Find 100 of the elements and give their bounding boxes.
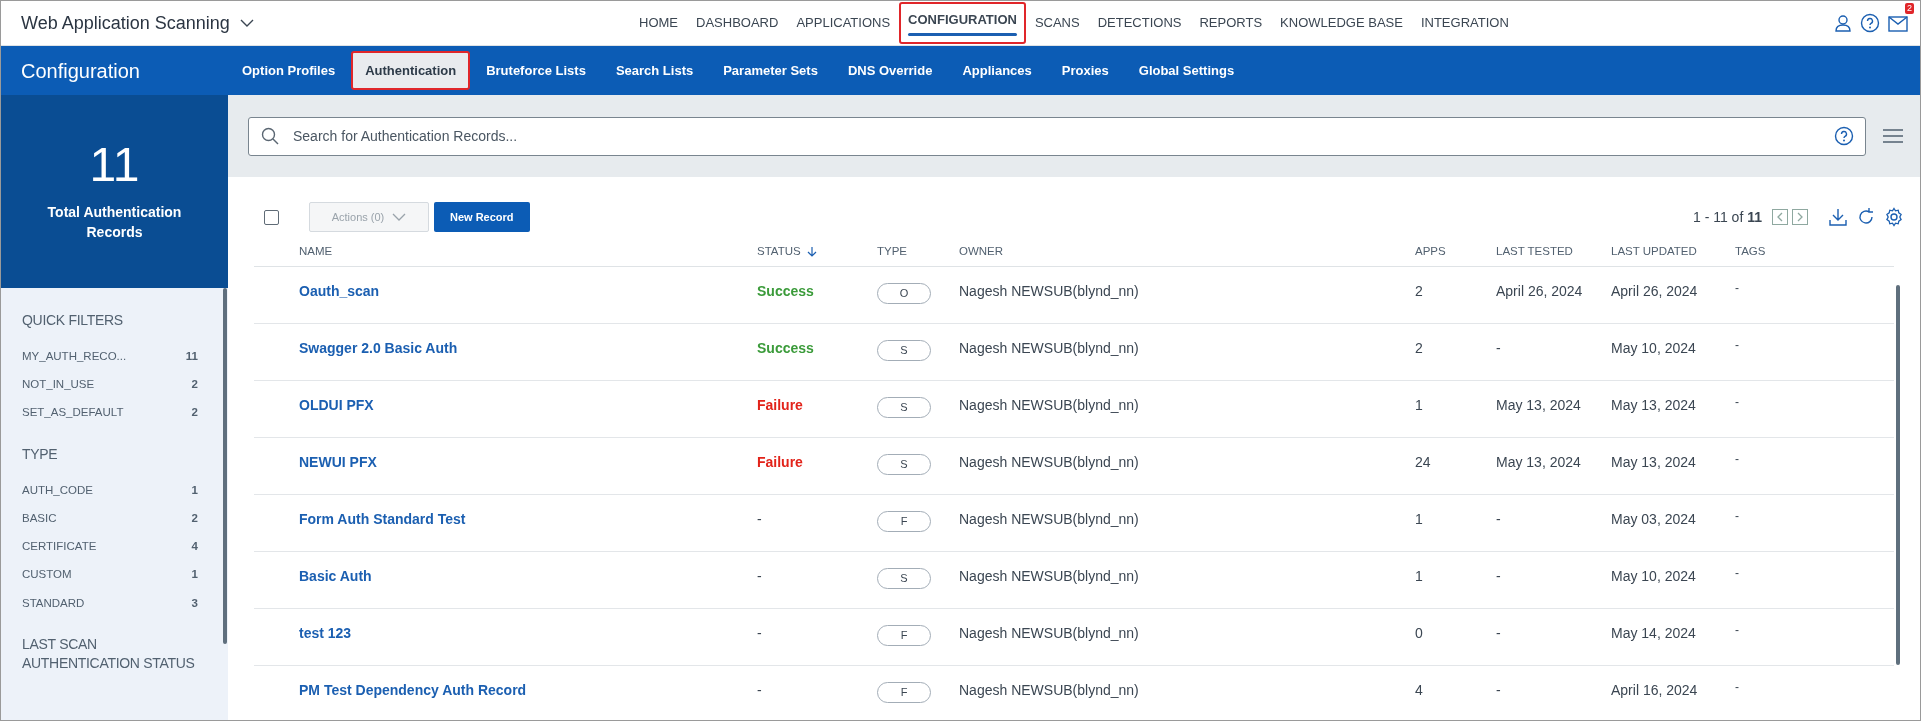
record-link[interactable]: Basic Auth [299, 568, 372, 585]
date-text: April 16, 2024 [1611, 682, 1698, 699]
menu-icon[interactable] [1882, 128, 1904, 144]
mail-icon[interactable] [1888, 15, 1908, 32]
tags-text: - [1735, 623, 1739, 638]
notification-badge: 2 [1905, 3, 1914, 14]
refresh-icon[interactable] [1856, 207, 1876, 227]
owner-text: Nagesh NEWSUB(blynd_nn) [959, 283, 1139, 300]
select-all-checkbox[interactable] [264, 209, 279, 225]
filter-item[interactable]: CERTIFICATE 4 [22, 538, 206, 556]
sub-tab[interactable]: Option Profiles [228, 50, 350, 91]
help-icon[interactable] [1860, 13, 1880, 33]
column-header[interactable]: LAST TESTED [1496, 235, 1611, 267]
column-header[interactable]: APPS [1415, 235, 1496, 267]
download-icon[interactable] [1828, 207, 1848, 227]
date-text: - [1496, 340, 1501, 357]
date-text: May 14, 2024 [1611, 625, 1696, 642]
search-field[interactable]: Search for Authentication Records... [248, 116, 1866, 156]
sub-tab[interactable]: Appliances [948, 50, 1046, 91]
record-link[interactable]: OLDUI PFX [299, 397, 374, 414]
scrollbar[interactable] [1896, 285, 1900, 665]
filter-item[interactable]: AUTH_CODE 1 [22, 481, 206, 499]
date-text: May 13, 2024 [1496, 454, 1581, 471]
filter-item[interactable]: NOT_IN_USE 2 [22, 376, 206, 394]
filter-heading: QUICK FILTERS [22, 311, 124, 330]
help-icon[interactable] [1834, 125, 1854, 146]
nav-tab[interactable]: KNOWLEDGE BASE [1271, 2, 1412, 44]
sub-tab[interactable]: Bruteforce Lists [472, 50, 600, 91]
column-header[interactable]: TYPE [877, 235, 959, 267]
tags-text: - [1735, 338, 1739, 353]
record-link[interactable]: Form Auth Standard Test [299, 511, 466, 528]
record-link[interactable]: PM Test Dependency Auth Record [299, 682, 527, 699]
nav-tab[interactable]: DASHBOARD [687, 2, 788, 44]
status-text: - [757, 682, 762, 699]
apps-count: 2 [1415, 340, 1423, 357]
sub-tab[interactable]: DNS Override [833, 50, 947, 91]
new-record-button[interactable]: New Record [434, 202, 530, 232]
filter-item[interactable]: BASIC 2 [22, 509, 206, 528]
date-text: - [1496, 625, 1501, 642]
sub-tab[interactable]: Proxies [1047, 50, 1123, 91]
apps-count: 24 [1415, 454, 1431, 471]
owner-text: Nagesh NEWSUB(blynd_nn) [959, 682, 1139, 699]
column-header[interactable]: TAGS [1735, 235, 1894, 267]
sort-arrow-icon [806, 246, 817, 258]
column-header[interactable]: OWNER [959, 235, 1415, 267]
date-text: May 10, 2024 [1611, 340, 1696, 357]
filter-item[interactable]: SET_AS_DEFAULT 2 [22, 404, 206, 422]
record-link[interactable]: Swagger 2.0 Basic Auth [299, 340, 458, 357]
filter-item[interactable]: STANDARD 3 [22, 594, 206, 612]
date-text: April 26, 2024 [1496, 283, 1583, 300]
owner-text: Nagesh NEWSUB(blynd_nn) [959, 340, 1139, 357]
date-text: May 13, 2024 [1611, 397, 1696, 414]
caret-icon [392, 213, 407, 221]
nav-tab[interactable]: APPLICATIONS [787, 2, 900, 44]
date-text: May 10, 2024 [1611, 568, 1696, 585]
section-title: Configuration [20, 58, 141, 84]
date-text: April 26, 2024 [1611, 283, 1698, 300]
record-link[interactable]: Oauth_scan [299, 283, 380, 300]
sub-tab[interactable]: Search Lists [601, 50, 708, 91]
nav-tab[interactable]: REPORTS [1190, 2, 1272, 44]
nav-tab[interactable]: CONFIGURATION [899, 2, 1026, 44]
settings-icon[interactable] [1884, 207, 1904, 227]
owner-text: Nagesh NEWSUB(blynd_nn) [959, 568, 1139, 585]
filter-item[interactable]: MY_AUTH_RECO... 11 [22, 347, 206, 366]
search-icon [261, 126, 279, 145]
date-text: - [1496, 682, 1501, 699]
nav-tab[interactable]: INTEGRATION [1411, 2, 1518, 44]
tags-text: - [1735, 509, 1739, 524]
date-text: - [1496, 511, 1501, 528]
filter-heading: TYPE [22, 444, 59, 464]
tags-text: - [1735, 680, 1739, 695]
sub-tab[interactable]: Authentication [351, 50, 471, 91]
nav-tab[interactable]: DETECTIONS [1088, 2, 1191, 44]
apps-count: 1 [1415, 397, 1423, 414]
column-header[interactable]: STATUS [757, 235, 877, 267]
record-link[interactable]: test 123 [299, 625, 352, 642]
filter-heading: LAST SCAN AUTHENTICATION STATUS [22, 634, 196, 673]
tags-text: - [1735, 452, 1739, 467]
apps-count: 1 [1415, 568, 1423, 585]
nav-tab[interactable]: HOME [630, 2, 688, 44]
status-text: - [757, 568, 762, 585]
sub-tab[interactable]: Parameter Sets [709, 50, 832, 91]
apps-count: 1 [1415, 511, 1423, 528]
sub-tab[interactable]: Global Settings [1124, 50, 1249, 91]
user-icon[interactable] [1834, 14, 1852, 32]
apps-count: 2 [1415, 283, 1423, 300]
tags-text: - [1735, 281, 1739, 296]
apps-count: 0 [1415, 625, 1423, 642]
column-header[interactable]: LAST UPDATED [1611, 235, 1735, 267]
record-link[interactable]: NEWUI PFX [299, 454, 377, 471]
scrollbar[interactable] [223, 288, 227, 644]
nav-tab[interactable]: SCANS [1025, 2, 1089, 44]
column-header[interactable]: NAME [299, 235, 757, 267]
apps-count: 4 [1415, 682, 1423, 699]
caret-icon[interactable] [239, 18, 254, 28]
status-text: Success [757, 283, 814, 300]
date-text: May 13, 2024 [1496, 397, 1581, 414]
tags-text: - [1735, 395, 1739, 410]
date-text: - [1496, 568, 1501, 585]
filter-item[interactable]: CUSTOM 1 [22, 566, 206, 584]
